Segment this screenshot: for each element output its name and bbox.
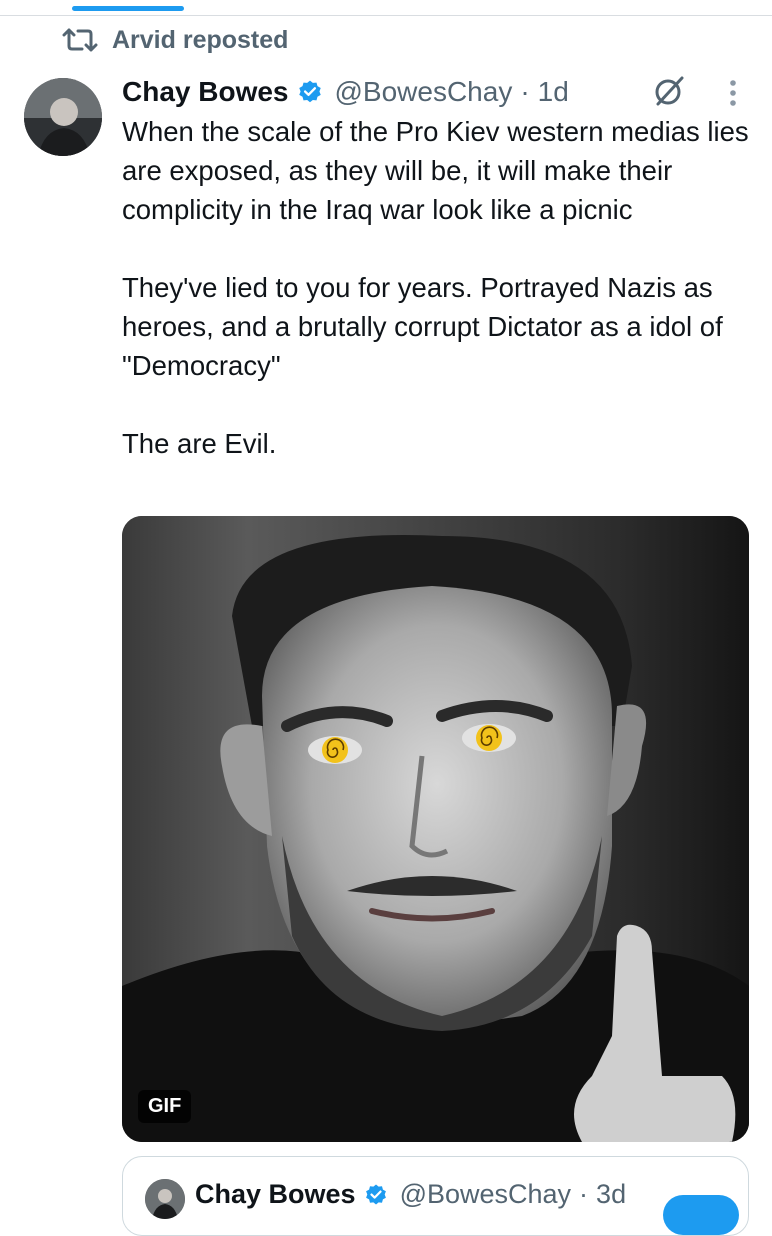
tweet-paragraph: The are Evil. (122, 428, 277, 459)
repost-label: Arvid reposted (112, 25, 289, 54)
author-name[interactable]: Chay Bowes (122, 76, 289, 108)
quoted-tweet-header: Chay Bowes @BowesChay · 3d (195, 1179, 626, 1210)
quoted-time-separator: · (579, 1179, 589, 1209)
quoted-media-button[interactable] (663, 1195, 739, 1235)
tweet-media-gif[interactable]: GIF (122, 516, 749, 1142)
repost-icon (62, 28, 98, 52)
gif-image (122, 516, 749, 1142)
quoted-tweet-card[interactable]: Chay Bowes @BowesChay · 3d (122, 1156, 749, 1236)
gif-badge: GIF (138, 1090, 192, 1123)
author-handle[interactable]: @BowesChay (335, 76, 513, 108)
tweet-time[interactable]: 1d (538, 76, 569, 108)
verified-badge-icon (298, 80, 321, 103)
top-tab-bar (0, 0, 772, 16)
time-separator: · (520, 76, 530, 107)
more-options-icon[interactable] (722, 76, 744, 110)
quoted-author-handle: @BowesChay (399, 1179, 572, 1209)
quoted-tweet-time: 3d (596, 1179, 627, 1209)
repost-context[interactable]: Arvid reposted (62, 22, 288, 58)
quoted-avatar (145, 1179, 185, 1219)
grok-icon[interactable] (652, 74, 686, 108)
tweet-body: When the scale of the Pro Kiev western m… (122, 112, 752, 463)
tweet-paragraph: When the scale of the Pro Kiev western m… (122, 116, 749, 225)
avatar[interactable] (24, 78, 102, 156)
verified-badge-icon (365, 1184, 386, 1204)
active-tab-indicator (72, 6, 184, 11)
tweet-paragraph: They've lied to you for years. Portrayed… (122, 272, 723, 381)
quoted-author-name: Chay Bowes (195, 1179, 356, 1209)
tweet-header: Chay Bowes @BowesChay · 1d (122, 72, 762, 112)
